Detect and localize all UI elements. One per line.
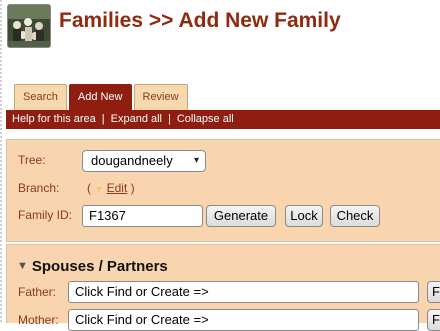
- branch-close-paren: ): [130, 181, 135, 195]
- generate-button[interactable]: Generate: [206, 205, 276, 227]
- family-form-panel: Tree: dougandneely ▾ Branch: ( ▼ Edit ) …: [6, 139, 440, 242]
- family-id-label: Family ID:: [18, 208, 72, 222]
- branch-value: ( ▼ Edit ): [87, 181, 135, 195]
- mother-input[interactable]: Click Find or Create =>: [68, 309, 419, 331]
- family-id-input[interactable]: F1367: [82, 205, 203, 227]
- father-find-button[interactable]: Fi: [427, 281, 440, 303]
- menu-separator: |: [101, 113, 105, 125]
- mother-label: Mother:: [18, 313, 59, 327]
- tab-search[interactable]: Search: [14, 84, 67, 110]
- father-input[interactable]: Click Find or Create =>: [68, 281, 419, 303]
- help-menubar: Help for this area | Expand all | Collapse a…: [6, 110, 440, 129]
- tree-select[interactable]: dougandneely ▾: [82, 150, 206, 172]
- family-photo-icon: [7, 4, 51, 48]
- spouses-section: ▼ Spouses / Partners Father: Click Find o…: [6, 244, 440, 331]
- collapse-triangle-icon: ▼: [17, 260, 28, 272]
- tab-add-new[interactable]: Add New: [68, 84, 132, 110]
- tree-label: Tree:: [18, 153, 46, 167]
- menu-separator: |: [168, 113, 171, 125]
- tab-bar: Search Add New Review: [14, 84, 190, 110]
- page-left-border: [0, 0, 2, 323]
- branch-label: Branch:: [18, 181, 60, 195]
- father-label: Father:: [18, 285, 57, 299]
- chevron-down-icon: ▾: [193, 155, 199, 166]
- spouses-section-header[interactable]: ▼ Spouses / Partners: [17, 258, 168, 275]
- tab-review[interactable]: Review: [133, 84, 188, 110]
- page-header: Families >> Add New Family: [7, 4, 440, 48]
- branch-edit-link[interactable]: Edit: [107, 181, 128, 195]
- expand-all-link[interactable]: Expand all: [111, 113, 162, 125]
- check-button[interactable]: Check: [330, 205, 380, 227]
- triangle-down-icon: ▼: [94, 184, 104, 194]
- branch-open-paren: (: [87, 181, 91, 195]
- mother-find-button[interactable]: Fi: [427, 309, 440, 331]
- help-link[interactable]: Help for this area: [12, 113, 96, 125]
- lock-button[interactable]: Lock: [285, 205, 323, 227]
- collapse-all-link[interactable]: Collapse all: [177, 113, 234, 125]
- spouses-section-title: Spouses / Partners: [31, 258, 168, 275]
- tree-select-value: dougandneely: [91, 153, 173, 168]
- page-title: Families >> Add New Family: [59, 9, 341, 32]
